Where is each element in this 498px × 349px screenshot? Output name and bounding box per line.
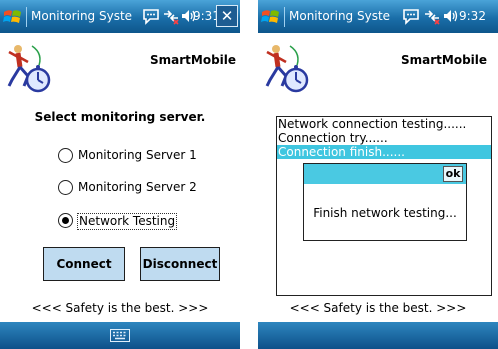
connectivity-icon[interactable] [423, 7, 441, 25]
test-log-panel[interactable]: Network connection testing...... Connect… [276, 116, 492, 296]
radio-label[interactable]: Monitoring Server 1 [77, 148, 198, 163]
log-line-selected[interactable]: Connection finish...... [277, 145, 491, 159]
radio-label[interactable]: Monitoring Server 2 [77, 180, 198, 195]
soft-key-bar [0, 322, 240, 349]
brand-name: SmartMobile [150, 53, 237, 67]
connectivity-icon[interactable] [162, 7, 180, 25]
ok-button[interactable]: ok [443, 166, 463, 182]
windows-start-icon[interactable] [260, 6, 282, 28]
log-line[interactable]: Connection try...... [277, 131, 491, 145]
clock[interactable]: 9:32 [459, 9, 486, 23]
title-bar: Monitoring Syste 9:31 ✕ [0, 0, 240, 33]
safety-slogan: <<< Safety is the best. >>> [31, 301, 209, 315]
windows-start-icon[interactable] [2, 6, 24, 28]
disconnect-button[interactable]: Disconnect [140, 247, 220, 281]
runner-clock-logo [7, 45, 51, 93]
keyboard-icon[interactable] [110, 329, 130, 342]
dialog-message: Finish network testing... [313, 206, 457, 220]
radio-button[interactable] [58, 180, 73, 195]
title-bar: Monitoring Syste 9:32 [258, 0, 498, 33]
radio-button[interactable] [58, 148, 73, 163]
log-line[interactable]: Network connection testing...... [277, 117, 491, 131]
notification-bubble-icon[interactable] [402, 7, 420, 25]
title-separator [284, 7, 285, 27]
screen-network-test: Monitoring Syste 9:32 SmartMobile Networ… [258, 0, 498, 349]
notification-bubble-icon[interactable] [142, 7, 160, 25]
result-dialog: ok Finish network testing... [303, 163, 467, 241]
radio-label[interactable]: Network Testing [77, 213, 178, 230]
radio-button-selected[interactable] [58, 213, 73, 228]
brand-name: SmartMobile [401, 53, 488, 67]
screen-server-select: Monitoring Syste 9:31 ✕ SmartMobile Sele… [0, 0, 240, 349]
soft-key-bar [258, 322, 498, 349]
connect-button[interactable]: Connect [43, 247, 125, 281]
runner-clock-logo [265, 45, 309, 93]
volume-icon[interactable] [442, 7, 460, 25]
title-separator [26, 7, 27, 27]
prompt-heading: Select monitoring server. [34, 110, 206, 124]
dialog-title-bar: ok [304, 164, 466, 184]
close-button[interactable]: ✕ [216, 5, 238, 27]
safety-slogan: <<< Safety is the best. >>> [289, 301, 467, 315]
